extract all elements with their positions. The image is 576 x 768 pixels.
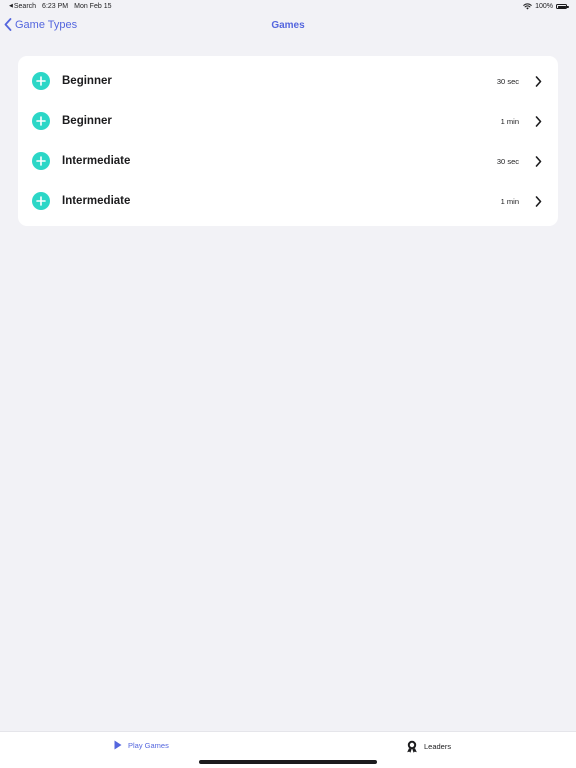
plus-icon bbox=[36, 76, 46, 86]
tab-leaders[interactable]: Leaders bbox=[406, 740, 451, 753]
award-icon bbox=[407, 740, 417, 753]
game-row[interactable]: Intermediate 1 min bbox=[18, 181, 558, 221]
chevron-right-icon bbox=[534, 75, 543, 87]
game-row[interactable]: Beginner 30 sec bbox=[18, 61, 558, 101]
chevron-right-icon bbox=[534, 155, 543, 167]
home-indicator[interactable] bbox=[199, 760, 377, 764]
plus-icon bbox=[36, 196, 46, 206]
tab-play-games-label: Play Games bbox=[128, 740, 169, 750]
add-game-button[interactable] bbox=[32, 192, 50, 210]
game-duration: 30 sec bbox=[496, 156, 519, 166]
status-left: ◀ Search 6:23 PM Mon Feb 15 bbox=[9, 3, 111, 10]
add-game-button[interactable] bbox=[32, 152, 50, 170]
wifi-icon bbox=[523, 3, 532, 10]
game-level-label: Intermediate bbox=[62, 155, 131, 167]
status-right: 100% bbox=[523, 3, 569, 10]
tab-leaders-label: Leaders bbox=[424, 742, 452, 751]
chevron-right-icon bbox=[534, 195, 543, 207]
navigation-bar: Game Types Games bbox=[0, 14, 576, 40]
game-duration: 30 sec bbox=[496, 76, 519, 86]
games-list: Beginner 30 sec Beginner 1 min Intermedi… bbox=[18, 56, 558, 226]
chevron-right-icon bbox=[534, 115, 543, 127]
game-row[interactable]: Beginner 1 min bbox=[18, 101, 558, 141]
add-game-button[interactable] bbox=[32, 72, 50, 90]
status-back-app-label: Search bbox=[13, 3, 37, 10]
game-duration: 1 min bbox=[500, 116, 519, 126]
back-triangle-icon: ◀ bbox=[9, 3, 13, 9]
game-level-label: Beginner bbox=[62, 115, 112, 127]
page-title: Games bbox=[271, 20, 305, 31]
status-date: Mon Feb 15 bbox=[74, 3, 112, 10]
status-time: 6:23 PM bbox=[42, 3, 69, 10]
plus-icon bbox=[36, 156, 46, 166]
battery-icon bbox=[556, 4, 569, 9]
game-row[interactable]: Intermediate 30 sec bbox=[18, 141, 558, 181]
game-level-label: Beginner bbox=[62, 75, 112, 87]
battery-percent: 100% bbox=[535, 3, 553, 10]
game-duration: 1 min bbox=[500, 196, 519, 206]
game-level-label: Intermediate bbox=[62, 195, 131, 207]
plus-icon bbox=[36, 116, 46, 126]
play-icon bbox=[114, 740, 122, 750]
tab-play-games[interactable]: Play Games bbox=[114, 740, 169, 750]
status-back-to-app[interactable]: ◀ Search bbox=[9, 3, 36, 10]
add-game-button[interactable] bbox=[32, 112, 50, 130]
status-bar: ◀ Search 6:23 PM Mon Feb 15 100% bbox=[0, 0, 576, 14]
